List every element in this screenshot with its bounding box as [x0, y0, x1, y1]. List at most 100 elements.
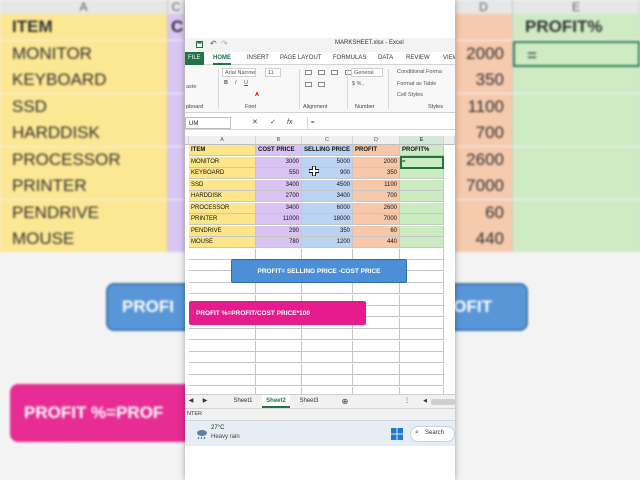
save-icon[interactable] — [196, 41, 203, 48]
font-name-select[interactable]: Arial Narrow — [222, 68, 256, 77]
item-cell[interactable]: SSD — [189, 179, 256, 191]
cost-price-cell[interactable]: 3400 — [256, 202, 302, 214]
worksheet-grid[interactable]: ABCDE ITEM COST PRICE SELLING PRICE PROFIT P… — [185, 136, 455, 394]
empty-cell[interactable] — [189, 329, 256, 340]
sheet-nav-prev-icon[interactable]: ◀ — [187, 395, 195, 408]
empty-cell[interactable] — [302, 375, 353, 386]
weather-rain-icon[interactable] — [196, 428, 208, 440]
empty-cell[interactable] — [400, 375, 444, 386]
empty-cell[interactable] — [189, 375, 256, 386]
cell-styles-button[interactable]: Cell Styles — [397, 91, 423, 100]
empty-cell[interactable] — [400, 329, 444, 340]
empty-cell[interactable] — [400, 317, 444, 329]
empty-cell[interactable] — [302, 283, 353, 294]
empty-cell[interactable] — [353, 283, 400, 294]
empty-cell[interactable] — [302, 363, 353, 375]
align-left-icon[interactable] — [305, 70, 312, 75]
profit-cell[interactable]: 60 — [353, 225, 400, 237]
scroll-left-icon[interactable]: ◀ — [421, 395, 429, 408]
item-cell[interactable]: PROCESSOR — [189, 202, 256, 214]
col-header-b[interactable]: B — [256, 136, 302, 145]
italic-button[interactable]: I — [235, 79, 237, 88]
number-format-select[interactable]: General — [351, 68, 383, 77]
profit-percent-cell[interactable] — [400, 202, 444, 214]
empty-cell[interactable] — [256, 352, 302, 363]
align-center-icon[interactable] — [318, 70, 325, 75]
empty-cell[interactable] — [400, 363, 444, 375]
empty-cell[interactable] — [353, 352, 400, 363]
empty-cell[interactable] — [400, 306, 444, 317]
empty-cell[interactable] — [256, 386, 302, 394]
col-header-f[interactable] — [444, 136, 455, 145]
empty-cell[interactable] — [256, 340, 302, 352]
tab-view[interactable]: VIEW — [443, 52, 455, 65]
tab-formulas[interactable]: FORMULAS — [333, 52, 366, 65]
empty-cell[interactable] — [400, 386, 444, 394]
empty-cell[interactable] — [189, 340, 256, 352]
formula-cancel-icon[interactable]: ✕ — [252, 117, 258, 129]
empty-cell[interactable] — [353, 248, 400, 260]
profit-cell[interactable]: 350 — [353, 168, 400, 179]
sheet-tab-1[interactable]: Sheet1 — [229, 395, 257, 408]
empty-cell[interactable] — [256, 363, 302, 375]
selling-price-cell[interactable]: 3400 — [302, 191, 353, 202]
empty-cell[interactable] — [256, 375, 302, 386]
empty-cell[interactable] — [256, 283, 302, 294]
profit-percent-cell[interactable] — [400, 214, 444, 225]
profit-cell[interactable]: 7000 — [353, 214, 400, 225]
empty-cell[interactable] — [400, 340, 444, 352]
bold-button[interactable]: B — [224, 79, 228, 88]
selling-price-cell[interactable]: 18000 — [302, 214, 353, 225]
empty-cell[interactable] — [302, 386, 353, 394]
selling-price-cell[interactable]: 4500 — [302, 179, 353, 191]
col-header-d[interactable]: D — [353, 136, 400, 145]
empty-cell[interactable] — [353, 329, 400, 340]
windows-start-icon[interactable] — [391, 428, 403, 440]
col-header-a[interactable]: A — [189, 136, 256, 145]
name-box[interactable]: UM — [185, 117, 231, 129]
profit-percent-cell[interactable] — [400, 237, 444, 248]
empty-cell[interactable] — [353, 375, 400, 386]
tab-data[interactable]: DATA — [378, 52, 393, 65]
horizontal-scrollbar[interactable] — [431, 399, 455, 405]
cost-price-cell[interactable]: 3400 — [256, 179, 302, 191]
header-item[interactable]: ITEM — [189, 145, 256, 156]
empty-cell[interactable] — [400, 248, 444, 260]
cost-price-cell[interactable]: 290 — [256, 225, 302, 237]
item-cell[interactable]: PRINTER — [189, 214, 256, 225]
insert-function-icon[interactable]: fx — [287, 117, 292, 129]
cost-price-cell[interactable]: 3000 — [256, 156, 302, 168]
sheet-tab-2[interactable]: Sheet2 — [262, 395, 290, 408]
cost-price-cell[interactable]: 550 — [256, 168, 302, 179]
empty-cell[interactable] — [400, 283, 444, 294]
add-sheet-icon[interactable]: ⊕ — [340, 395, 350, 408]
sheet-tab-3[interactable]: Sheet3 — [295, 395, 323, 408]
header-cost-price[interactable]: COST PRICE — [256, 145, 302, 156]
cost-price-cell[interactable]: 2700 — [256, 191, 302, 202]
formula-bar-input[interactable]: = — [307, 117, 455, 129]
col-header-c[interactable]: C — [302, 136, 353, 145]
empty-cell[interactable] — [353, 340, 400, 352]
tab-home[interactable]: HOME — [213, 52, 231, 65]
empty-cell[interactable] — [189, 386, 256, 394]
profit-percent-cell[interactable] — [400, 179, 444, 191]
profit-percent-cell[interactable] — [400, 191, 444, 202]
empty-cell[interactable] — [302, 352, 353, 363]
tab-file[interactable]: FILE — [185, 52, 204, 65]
profit-cell[interactable]: 440 — [353, 237, 400, 248]
empty-cell[interactable] — [400, 352, 444, 363]
empty-cell[interactable] — [302, 248, 353, 260]
cost-price-cell[interactable]: 11000 — [256, 214, 302, 225]
header-selling-price[interactable]: SELLING PRICE — [302, 145, 353, 156]
conditional-formatting-button[interactable]: Conditional Forma — [397, 68, 442, 77]
header-profit-percent[interactable]: PROFIT% — [400, 145, 444, 156]
empty-cell[interactable] — [256, 329, 302, 340]
currency-button[interactable]: $ % , — [352, 80, 365, 89]
formula-enter-icon[interactable]: ✓ — [270, 117, 276, 129]
format-as-table-button[interactable]: Format as Table — [397, 80, 436, 89]
tab-insert[interactable]: INSERT — [247, 52, 269, 65]
item-cell[interactable]: MOUSE — [189, 237, 256, 248]
tab-page-layout[interactable]: PAGE LAYOUT — [280, 52, 321, 65]
underline-button[interactable]: U — [244, 79, 248, 88]
empty-cell[interactable] — [302, 329, 353, 340]
